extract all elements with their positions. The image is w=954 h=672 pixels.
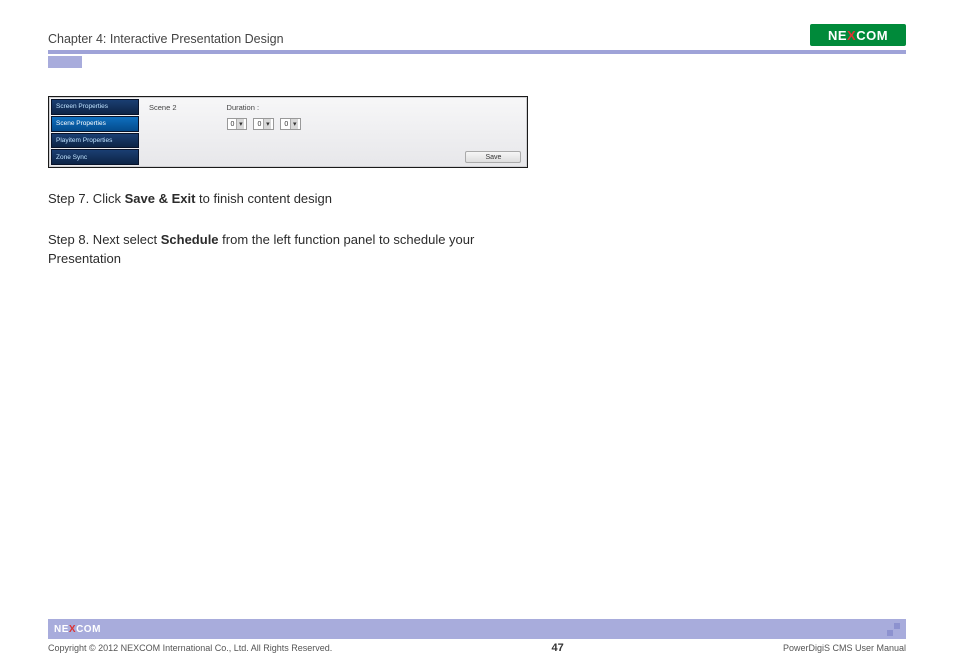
step-8-bold: Schedule bbox=[161, 232, 219, 247]
page-footer: NEXCOM Copyright © 2012 NEXCOM Internati… bbox=[48, 619, 906, 654]
duration-minute-spinner[interactable]: 0▾ bbox=[253, 118, 274, 130]
step-7-bold: Save & Exit bbox=[125, 191, 196, 206]
sidebar-item-zone-sync[interactable]: Zone Sync bbox=[51, 149, 139, 165]
spinner-value: 0 bbox=[257, 121, 261, 128]
step-7-pre: Step 7. Click bbox=[48, 191, 125, 206]
duration-hour-spinner[interactable]: 0▾ bbox=[227, 118, 248, 130]
page-number: 47 bbox=[551, 642, 563, 654]
brand-accent: X bbox=[69, 624, 76, 635]
duration-second-spinner[interactable]: 0▾ bbox=[280, 118, 301, 130]
brand-part-1: NE bbox=[54, 624, 69, 635]
chevron-down-icon: ▾ bbox=[290, 119, 298, 129]
save-button[interactable]: Save bbox=[465, 151, 521, 163]
properties-main: Scene 2 Duration : 0▾ 0▾ 0▾ Save bbox=[141, 97, 527, 167]
decorative-block bbox=[48, 56, 82, 68]
copyright-text: Copyright © 2012 NEXCOM International Co… bbox=[48, 643, 332, 653]
brand-logo-header: NEXCOM bbox=[810, 24, 906, 46]
brand-accent: X bbox=[847, 28, 856, 43]
brand-part-2: COM bbox=[76, 624, 101, 635]
scene-label: Scene 2 bbox=[149, 103, 177, 112]
properties-sidebar: Screen Properties Scene Properties Playi… bbox=[49, 97, 141, 167]
step-8-pre: Step 8. Next select bbox=[48, 232, 161, 247]
chevron-down-icon: ▾ bbox=[236, 119, 244, 129]
brand-part-1: NE bbox=[828, 28, 847, 43]
sidebar-item-playitem-properties[interactable]: Playitem Properties bbox=[51, 133, 139, 149]
spinner-value: 0 bbox=[284, 121, 288, 128]
duration-label: Duration : bbox=[227, 103, 260, 112]
chapter-title: Chapter 4: Interactive Presentation Desi… bbox=[48, 32, 284, 46]
chevron-down-icon: ▾ bbox=[263, 119, 271, 129]
header-divider bbox=[48, 50, 906, 54]
step-8-text: Step 8. Next select Schedule from the le… bbox=[48, 231, 528, 269]
brand-part-2: COM bbox=[856, 28, 888, 43]
step-7-post: to finish content design bbox=[195, 191, 332, 206]
properties-panel: Screen Properties Scene Properties Playi… bbox=[48, 96, 528, 168]
duration-spinners: 0▾ 0▾ 0▾ bbox=[227, 118, 302, 130]
sidebar-item-screen-properties[interactable]: Screen Properties bbox=[51, 99, 139, 115]
footer-decoration-squares bbox=[887, 623, 900, 636]
brand-logo-footer: NEXCOM bbox=[54, 624, 101, 635]
spinner-value: 0 bbox=[231, 121, 235, 128]
document-title: PowerDigiS CMS User Manual bbox=[783, 643, 906, 653]
step-7-text: Step 7. Click Save & Exit to finish cont… bbox=[48, 190, 528, 209]
sidebar-item-scene-properties[interactable]: Scene Properties bbox=[51, 116, 139, 132]
